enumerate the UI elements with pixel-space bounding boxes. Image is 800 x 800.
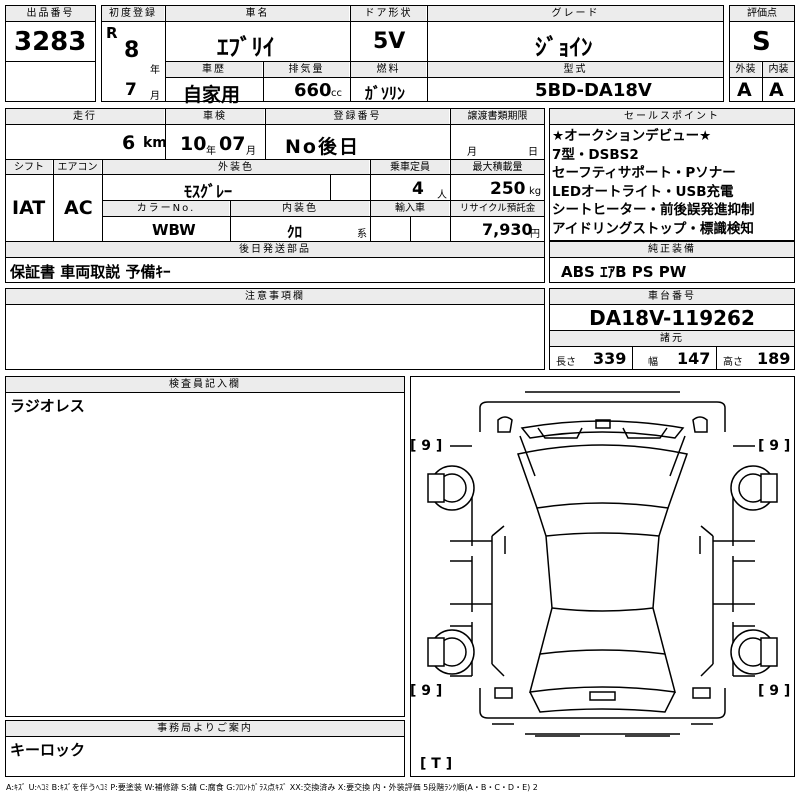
- inspector-header: 検査員記入欄: [6, 377, 404, 392]
- capacity-value: 4: [412, 179, 424, 199]
- lot-number: 3283: [14, 27, 87, 57]
- sales-point-line: LEDオートライト・USB充電: [552, 183, 734, 200]
- load-value: 250: [490, 179, 526, 199]
- model-value: 5BD-DA18V: [535, 80, 652, 101]
- int-rating-header: 内装: [763, 62, 794, 77]
- history-header: 車歴: [166, 62, 262, 77]
- trunk-label: [ T ]: [420, 756, 453, 772]
- later-parts-value: 保証書 車両取説 予備ｷｰ: [10, 263, 171, 281]
- ext-rating: A: [737, 79, 752, 101]
- history-value: 自家用: [183, 84, 241, 106]
- rating-score: S: [752, 27, 771, 57]
- chassis-number: DA18V-119262: [589, 306, 755, 330]
- car-diagram: [427, 391, 778, 737]
- era-letter: R: [106, 24, 118, 42]
- inspection-year: 10: [180, 133, 207, 155]
- fuel-header: 燃料: [351, 62, 426, 77]
- plate-value: No後日: [285, 136, 360, 158]
- sales-point-line: セーフティサポート・Pソナー: [552, 165, 736, 181]
- sales-points-header: セールスポイント: [550, 109, 794, 124]
- ac-value: AC: [64, 197, 93, 219]
- door-type: 5V: [373, 29, 406, 54]
- first-reg-year: 8: [124, 38, 140, 63]
- genuine-value: ABS ｴｱB PS PW: [561, 263, 687, 281]
- ext-rating-header: 外装: [730, 62, 761, 77]
- recycle-header: リサイクル預託金: [451, 201, 544, 216]
- first-reg-header: 初度登録: [102, 6, 164, 21]
- inspection-header: 車検: [166, 109, 264, 124]
- tire-label-rear-right: [ 9 ]: [758, 683, 791, 699]
- grade-value: ｼﾞｮｲﾝ: [535, 35, 593, 61]
- int-rating: A: [769, 79, 784, 101]
- color-no-value: WBW: [152, 221, 196, 239]
- recycle-value: 7,930: [482, 220, 533, 239]
- car-name: ｴﾌﾞﾘｲ: [217, 35, 275, 61]
- int-color-header: 内装色: [231, 201, 369, 216]
- ext-color-header: 外装色: [103, 160, 369, 175]
- legend-text: A:ｷｽﾞ U:ﾍｺﾐ B:ｷｽﾞを伴うﾍｺﾐ P:要塗装 W:補修跡 S:錆 …: [6, 783, 538, 792]
- model-header: 型式: [428, 62, 723, 77]
- displacement-value: 660: [294, 80, 332, 101]
- transfer-header: 譲渡書類期限: [451, 109, 544, 124]
- spec-height: 189: [757, 349, 791, 368]
- capacity-header: 乗車定員: [371, 160, 449, 175]
- spec-width: 147: [677, 349, 711, 368]
- mileage-value: 6: [122, 132, 136, 154]
- import-header: 輸入車: [371, 201, 449, 216]
- grade-header: グレード: [428, 6, 723, 21]
- tire-label-front-right: [ 9 ]: [758, 438, 791, 454]
- specs-header: 諸元: [550, 331, 794, 346]
- tire-label-rear-left: [ 9 ]: [410, 683, 443, 699]
- ext-color-value: ﾓｽｸﾞﾚｰ: [184, 182, 233, 201]
- sales-point-line: ★オークションデビュー★: [552, 128, 712, 144]
- door-header: ドア形状: [351, 6, 426, 21]
- inspector-note: ラジオレス: [10, 397, 85, 415]
- fuel-value: ｶﾞｿﾘﾝ: [365, 84, 406, 103]
- tire-label-front-left: [ 9 ]: [410, 438, 443, 454]
- displacement-header: 排気量: [264, 62, 349, 77]
- mileage-header: 走行: [6, 109, 164, 124]
- office-header: 事務局よりご案内: [6, 721, 404, 736]
- spec-length: 339: [593, 349, 627, 368]
- sales-point-line: シートヒーター・前後誤発進抑制: [552, 202, 755, 218]
- notes-header: 注意事項欄: [6, 289, 544, 304]
- plate-header: 登録番号: [266, 109, 449, 124]
- ac-header: エアコン: [54, 160, 101, 175]
- color-no-header: カラーNo.: [103, 201, 229, 216]
- sales-point-line: 7型・DSBS2: [552, 146, 639, 163]
- int-color-value: ｸﾛ: [287, 223, 303, 241]
- inspector-box: [5, 376, 405, 717]
- later-parts-header: 後日発送部品: [6, 242, 544, 257]
- shift-value: IAT: [12, 197, 46, 219]
- load-header: 最大積載量: [451, 160, 544, 175]
- car-name-header: 車名: [166, 6, 349, 21]
- rating-header: 評価点: [730, 6, 794, 21]
- lot-header: 出品番号: [6, 6, 95, 21]
- genuine-header: 純正装備: [550, 242, 794, 257]
- first-reg-month: 7: [125, 80, 137, 100]
- sales-points-list: ★オークションデビュー★ 7型・DSBS2 セーフティサポート・Pソナー LED…: [552, 127, 755, 238]
- sales-point-line: アイドリングストップ・標識検知: [552, 220, 754, 237]
- shift-header: シフト: [6, 160, 52, 175]
- chassis-header: 車台番号: [550, 289, 794, 304]
- inspection-month: 07: [219, 133, 246, 155]
- office-note: キーロック: [10, 741, 86, 759]
